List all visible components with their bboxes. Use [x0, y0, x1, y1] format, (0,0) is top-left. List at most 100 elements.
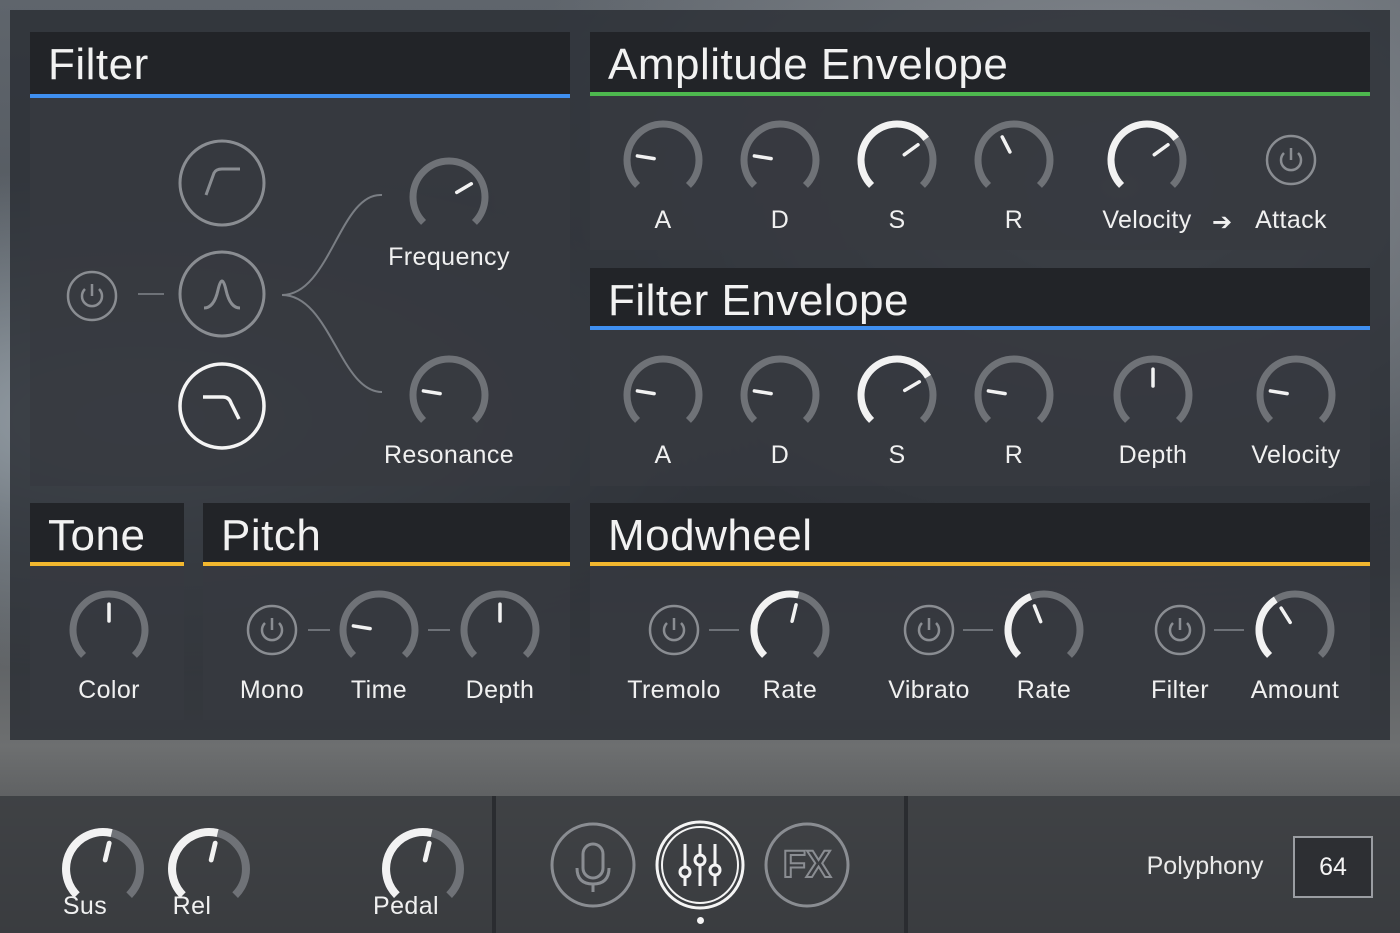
filter-envelope-title: Filter Envelope — [608, 276, 909, 325]
time-depth-connector — [428, 629, 450, 631]
power-icon — [1154, 604, 1206, 656]
knob-pointer — [752, 389, 773, 396]
knob-graphic — [1256, 355, 1336, 423]
bottom-divider-left — [492, 796, 496, 933]
filter-env-velocity-knob[interactable] — [1251, 350, 1341, 440]
filter-env-attack-knob[interactable] — [618, 350, 708, 440]
filter-power-button[interactable] — [66, 270, 118, 327]
knob-graphic — [69, 590, 149, 658]
knob-value-arc — [1255, 596, 1278, 658]
bandpass-icon — [178, 250, 266, 338]
rel-label: Rel — [172, 892, 212, 920]
knob-graphic — [857, 120, 937, 188]
knob-pointer — [635, 389, 656, 396]
filter-power-connector — [138, 293, 164, 295]
tremolo-rate-label: Rate — [762, 676, 818, 704]
fx-label: FX — [782, 843, 833, 887]
knob-pointer — [752, 154, 773, 161]
amp-decay-knob[interactable] — [735, 115, 825, 205]
knob-pointer — [790, 603, 798, 623]
knob-pointer — [102, 840, 112, 863]
pitch-title: Pitch — [221, 511, 322, 560]
amp-velocity-knob[interactable] — [1102, 115, 1192, 205]
color-label: Color — [78, 676, 140, 704]
knob-pointer — [351, 624, 372, 631]
knob-value-arc — [1107, 120, 1179, 188]
knob-graphic — [1107, 120, 1187, 188]
microphone-button[interactable] — [550, 822, 636, 913]
polyphony-value-field[interactable]: 64 — [1293, 836, 1373, 898]
filter-mod-power-button[interactable] — [1154, 604, 1206, 661]
vibrato-power-button[interactable] — [903, 604, 955, 661]
knob-graphic — [740, 120, 820, 188]
frequency-knob[interactable] — [404, 152, 494, 242]
amp-attack-knob[interactable] — [618, 115, 708, 205]
microphone-icon — [550, 822, 636, 908]
knob-graphic — [460, 590, 540, 658]
tremolo-power-button[interactable] — [648, 604, 700, 661]
polyphony-label: Polyphony — [1146, 852, 1264, 880]
knob-graphic — [750, 590, 830, 658]
attack-label: Attack — [1255, 206, 1327, 234]
knob-graphic — [1255, 590, 1335, 658]
bandpass-filter-button[interactable] — [178, 250, 266, 343]
highpass-icon — [178, 139, 266, 227]
color-knob[interactable] — [64, 585, 154, 675]
knob-value-arc — [168, 828, 219, 898]
amp-release-knob[interactable] — [969, 115, 1059, 205]
knob-pointer — [208, 840, 218, 863]
pitch-depth-knob[interactable] — [455, 585, 545, 675]
pitch-header: Pitch — [203, 503, 570, 566]
velocity-attack-power-button[interactable] — [1265, 134, 1317, 191]
filter-env-decay-knob[interactable] — [735, 350, 825, 440]
filter-env-sustain-knob[interactable] — [852, 350, 942, 440]
tone-header: Tone — [30, 503, 184, 566]
vibrato-connector — [963, 629, 993, 631]
active-page-indicator — [697, 917, 704, 924]
knob-value-arc — [382, 828, 433, 898]
knob-track — [409, 157, 489, 225]
knob-graphic — [339, 590, 419, 658]
pedal-knob[interactable] — [378, 824, 464, 898]
knob-value-arc — [750, 590, 800, 658]
rel-knob[interactable] — [164, 824, 250, 898]
knob-graphic — [623, 120, 703, 188]
filter-env-depth-label: Depth — [1118, 441, 1188, 469]
knob-pointer — [1000, 135, 1012, 154]
knob-pointer — [422, 840, 432, 863]
resonance-knob[interactable] — [404, 350, 494, 440]
filter-amount-knob[interactable] — [1250, 585, 1340, 675]
filter-amount-label: Amount — [1250, 676, 1340, 704]
pedal-label: Pedal — [373, 892, 439, 920]
knob-graphic — [623, 355, 703, 423]
filter-env-depth-knob[interactable] — [1108, 350, 1198, 440]
knob-pointer — [1279, 606, 1292, 625]
knob-graphic — [740, 355, 820, 423]
filter-env-release-knob[interactable] — [969, 350, 1059, 440]
vibrato-rate-knob[interactable] — [999, 585, 1089, 675]
knob-value-arc — [1004, 593, 1033, 658]
lowpass-filter-button[interactable] — [177, 361, 267, 456]
modwheel-header: Modwheel — [590, 503, 1370, 566]
knob-value-arc — [857, 120, 929, 188]
tone-title: Tone — [48, 511, 146, 560]
mixer-button[interactable] — [655, 820, 745, 915]
fx-button[interactable]: FX — [764, 822, 850, 908]
pitch-time-knob[interactable] — [334, 585, 424, 675]
filter-env-release-label: R — [1004, 441, 1024, 469]
amp-sustain-knob[interactable] — [852, 115, 942, 205]
knob-graphic — [1004, 590, 1084, 658]
knob-graphic — [974, 355, 1054, 423]
bottom-divider-right — [904, 796, 908, 933]
highpass-filter-button[interactable] — [178, 139, 266, 232]
tremolo-rate-knob[interactable] — [745, 585, 835, 675]
knob-value-arc — [62, 828, 113, 898]
mono-power-button[interactable] — [246, 604, 298, 661]
sus-knob[interactable] — [58, 824, 144, 898]
amp-velocity-label: Velocity — [1102, 206, 1192, 234]
knob-pointer — [635, 154, 656, 161]
filter-mod-connector — [1214, 629, 1244, 631]
amplitude-envelope-header: Amplitude Envelope — [590, 32, 1370, 96]
knob-pointer — [902, 380, 922, 393]
lowpass-icon — [178, 362, 266, 450]
